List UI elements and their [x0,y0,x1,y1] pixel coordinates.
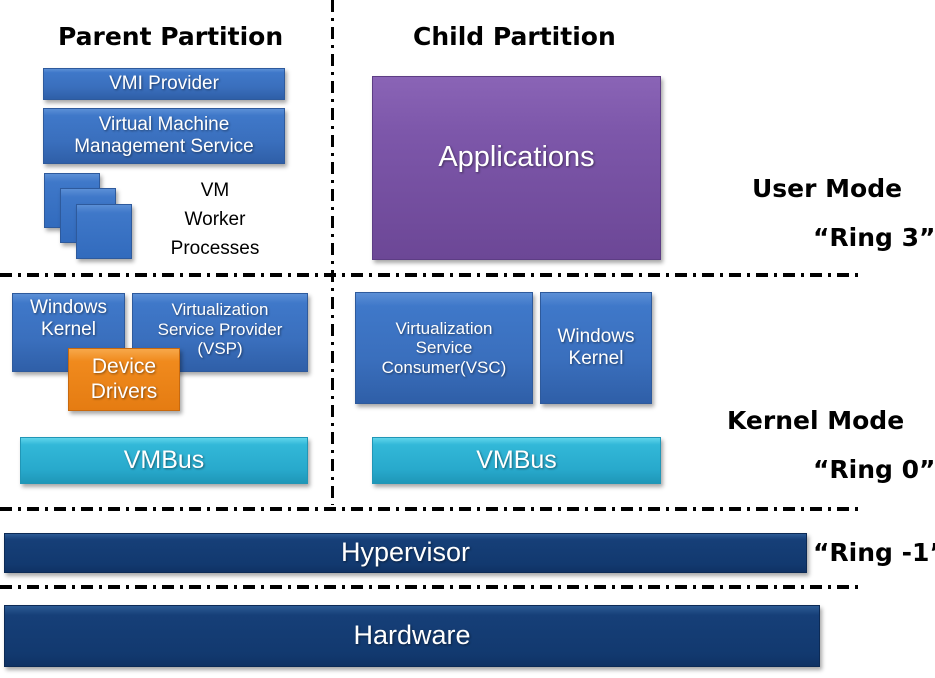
applications-box: Applications [372,76,661,260]
vmms-label-line2: Management Service [74,136,254,157]
partition-divider [331,0,334,505]
kernel-mode-label: Kernel Mode [727,406,905,435]
kernel-ring-label: “Ring 0” [813,455,935,484]
child-vmbus-label: VMBus [476,446,557,475]
device-drivers-box: Device Drivers [68,348,180,411]
vsp-line1: Virtualization [171,300,269,319]
hardware-bar: Hardware [4,605,820,667]
vsc-line2: Service [415,338,473,358]
vm-worker-line1: VM [200,180,230,201]
hardware-label: Hardware [353,620,471,651]
user-ring-label: “Ring 3” [813,223,935,252]
vsp-line3: (VSP) [197,339,243,359]
child-windows-kernel-line1: Windows [557,326,635,348]
user-mode-label: User Mode [752,174,903,203]
vmms-box: Virtual Machine Management Service [43,108,285,164]
parent-partition-heading: Parent Partition [58,22,284,51]
parent-vmbus-box: VMBus [20,437,308,484]
child-windows-kernel-box: Windows Kernel [540,292,652,404]
child-windows-kernel-line2: Kernel [568,348,624,369]
vmi-provider-label: VMI Provider [109,73,219,95]
vsc-line1: Virtualization [395,318,493,338]
parent-vmbus-label: VMBus [123,446,205,475]
hypervisor-ring-label: “Ring -1” [813,538,935,567]
hypervisor-bar: Hypervisor [4,533,807,573]
vsc-box: Virtualization Service Consumer(VSC) [355,292,533,404]
hypervisor-label: Hypervisor [340,537,471,568]
parent-windows-kernel-line2: Kernel [41,318,96,340]
device-drivers-line1: Device [91,355,157,379]
worker-process-icon-3 [76,204,132,259]
vsp-line2: Service Provider [157,319,283,339]
hypervisor-hardware-divider [0,585,862,589]
vmi-provider-box: VMI Provider [43,68,285,100]
kernel-hypervisor-divider [0,507,862,511]
vm-worker-line2: Worker [184,209,246,230]
parent-windows-kernel-line1: Windows [29,297,108,318]
vmms-label-line1: Virtual Machine [98,114,230,136]
user-kernel-divider [0,273,862,277]
device-drivers-line2: Drivers [90,379,158,403]
vm-worker-processes-label: VM Worker Processes [160,176,270,263]
child-vmbus-box: VMBus [372,437,661,484]
child-partition-heading: Child Partition [413,22,616,51]
applications-label: Applications [438,141,595,174]
vm-worker-line3: Processes [170,238,260,259]
vsc-line3: Consumer(VSC) [381,357,507,377]
